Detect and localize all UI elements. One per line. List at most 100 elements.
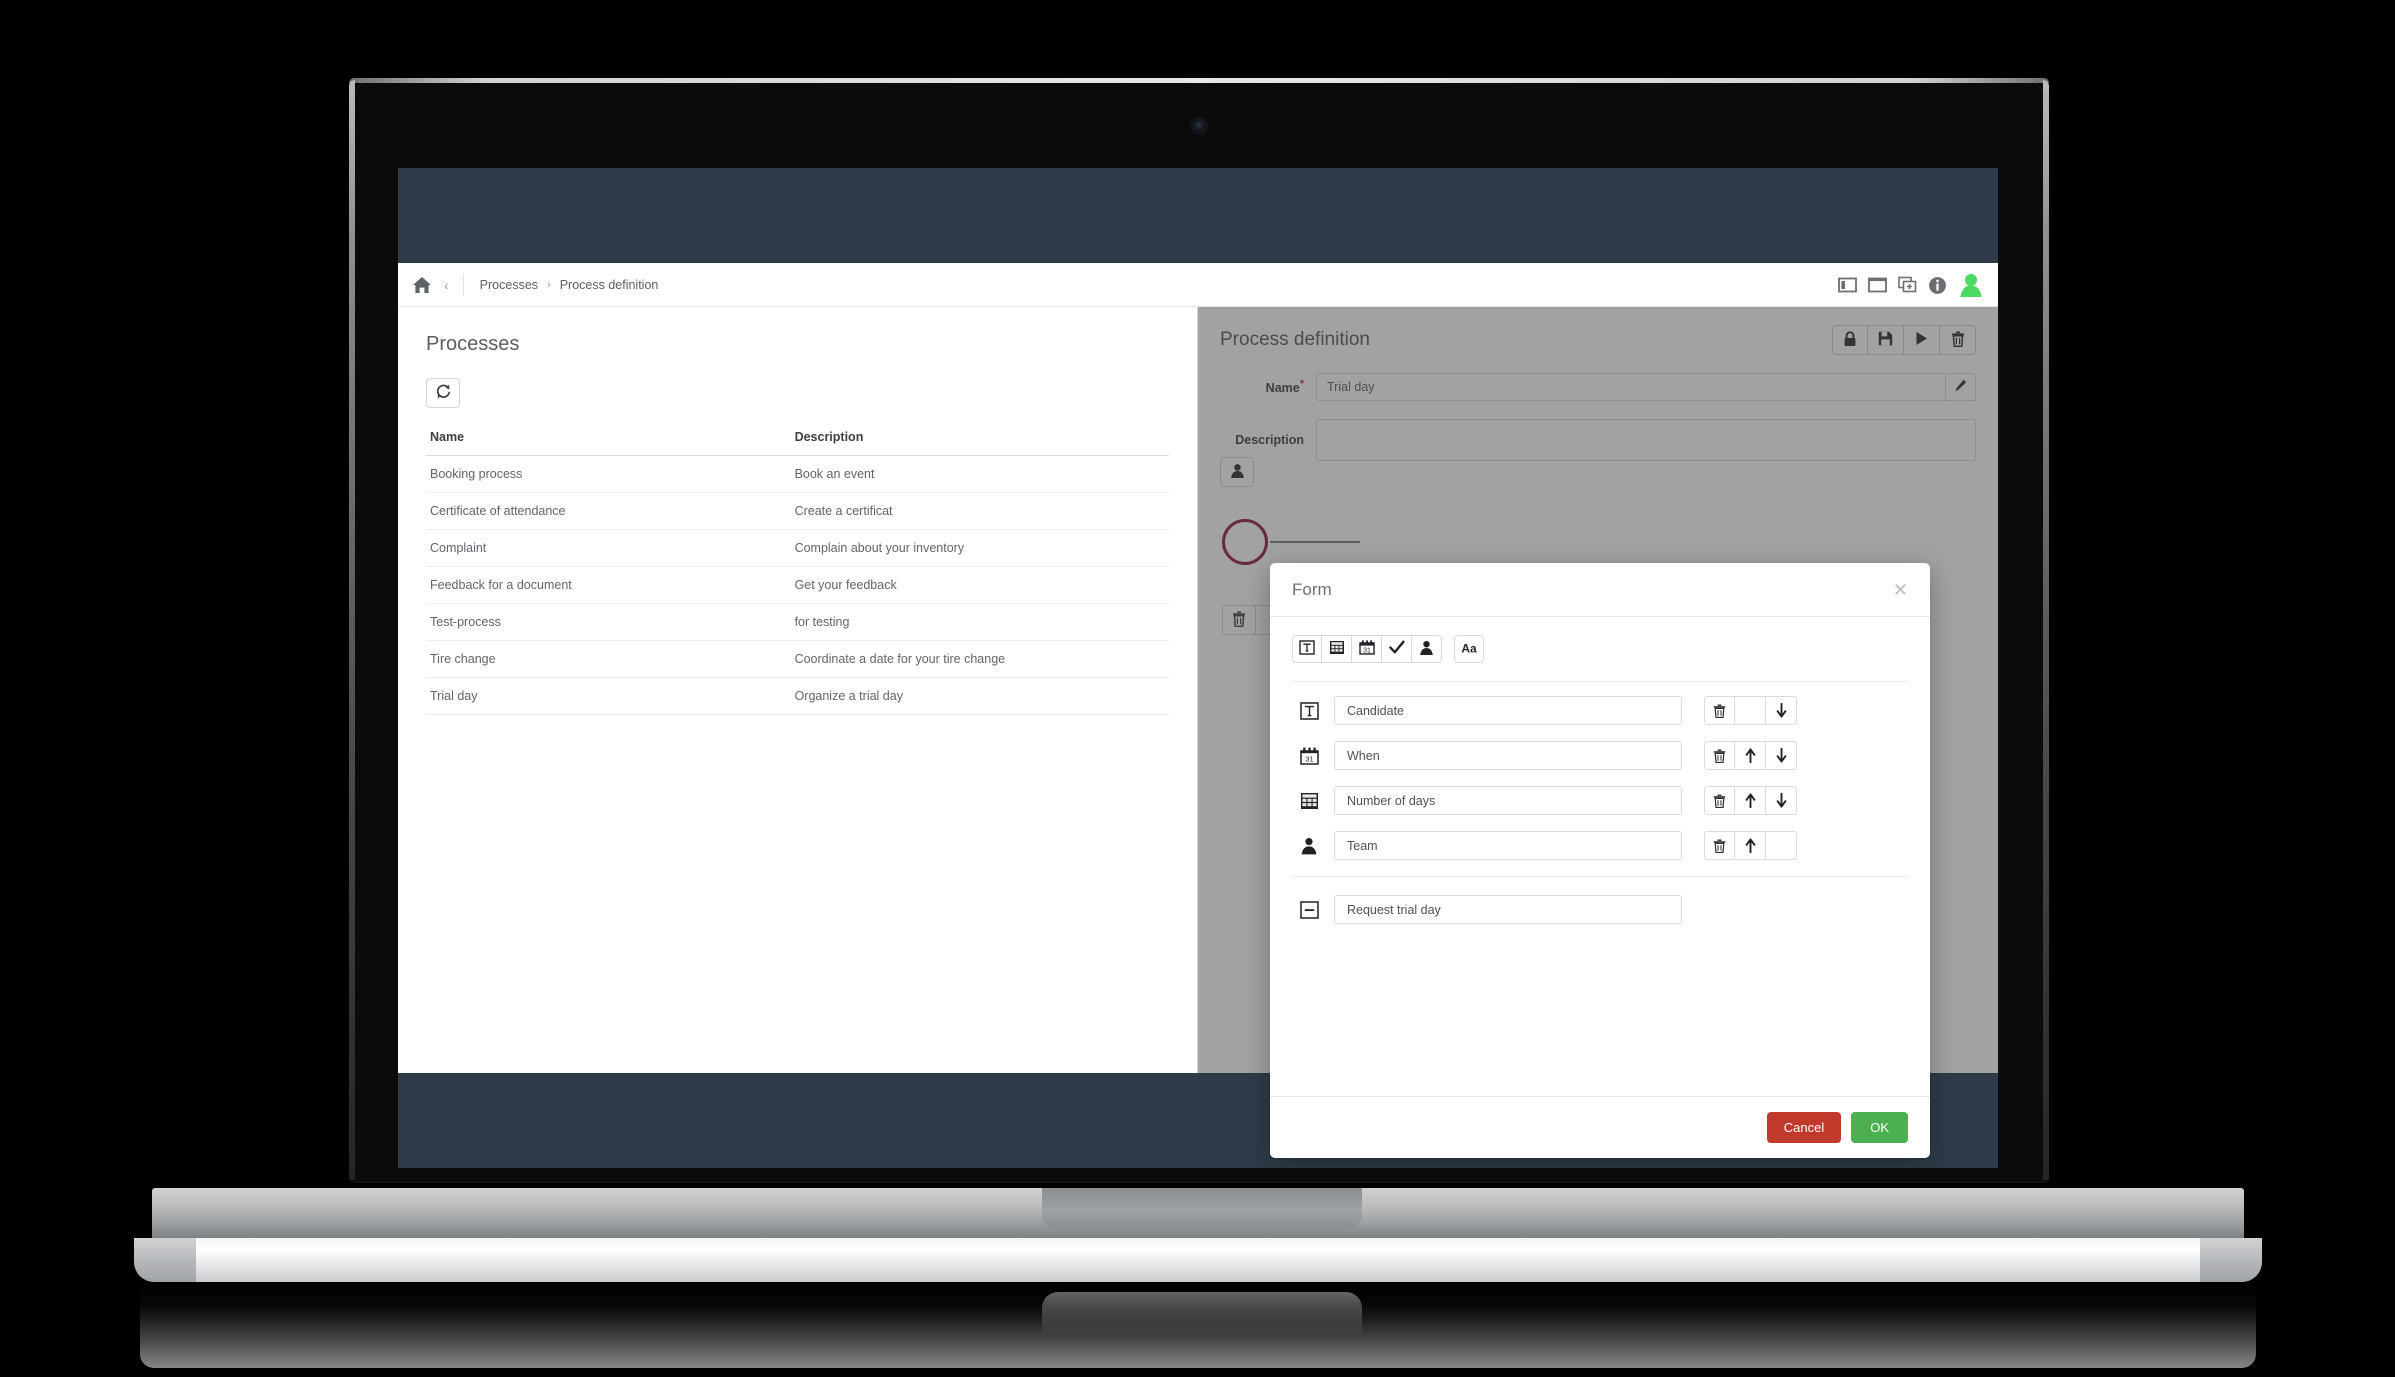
webcam-icon [1192,119,1206,133]
form-dialog: Form ✕ 31 Aa Candidate 31 When Number of… [1270,563,1930,1158]
breadcrumb-item-process-definition[interactable]: Process definition [560,278,659,292]
checkbox-field-icon [1388,640,1405,658]
table-row[interactable]: Complaint Complain about your inventory [426,529,1169,567]
cell-description: Create a certificat [636,492,1169,530]
svg-text:31: 31 [1363,647,1371,654]
refresh-button[interactable] [426,378,460,408]
form-field-label-input[interactable]: Team [1334,831,1682,860]
laptop-lid-right-edge [2043,80,2049,1180]
processes-pane: Processes Name Description Booking proce… [398,307,1198,1073]
label-field-icon: Aa [1458,641,1480,658]
page-title: Processes [426,333,520,355]
move-up-button[interactable] [1735,786,1766,815]
add-label-field-button[interactable]: Aa [1454,635,1484,663]
add-checkbox-field-button[interactable] [1382,635,1412,663]
form-field-palette: 31 Aa [1292,635,1908,682]
cell-description: Book an event [636,455,1169,493]
split-pane-icon[interactable] [1838,276,1857,293]
close-icon[interactable]: ✕ [1893,581,1908,599]
minus-box-icon [1292,900,1326,919]
move-down-button[interactable] [1766,696,1797,725]
form-field-label-input[interactable]: Candidate [1334,696,1682,725]
cancel-button[interactable]: Cancel [1766,1112,1842,1143]
arrow-up-icon [1745,748,1755,763]
arrow-down-icon [1776,748,1786,763]
number-field-icon [1329,640,1345,658]
form-field-label-input[interactable]: Number of days [1334,786,1682,815]
form-dialog-footer: Cancel OK [1270,1096,1930,1158]
breadcrumb: Processes › Process definition [464,278,659,292]
duplicate-pane-icon[interactable] [1898,276,1917,293]
text-field-icon [1299,640,1315,658]
delete-field-button[interactable] [1704,831,1735,860]
table-row[interactable]: Booking process Book an event [426,455,1169,493]
form-submit-label-input[interactable]: Request trial day [1334,895,1682,924]
table-row[interactable]: Trial day Organize a trial day [426,677,1169,715]
arrow-down-icon [1776,703,1786,718]
svg-text:31: 31 [1305,754,1313,763]
add-person-field-button[interactable] [1412,635,1442,663]
cell-description: Organize a trial day [636,677,1169,715]
move-up-button[interactable] [1735,831,1766,860]
delete-field-button[interactable] [1704,741,1735,770]
processes-table: Name Description Booking process Book an… [426,430,1169,715]
add-number-field-button[interactable] [1322,635,1352,663]
delete-field-button[interactable] [1704,696,1735,725]
date-field-icon: 31 [1292,747,1326,765]
refresh-icon [435,383,452,403]
form-field-actions [1704,696,1797,725]
move-down-button[interactable] [1766,786,1797,815]
form-field-list: Candidate 31 When Number of days Team Re… [1292,682,1908,924]
cell-name: Trial day [426,677,637,715]
move-down-button[interactable] [1766,741,1797,770]
cell-description: Complain about your inventory [636,529,1169,567]
add-text-field-button[interactable] [1292,635,1322,663]
form-field-row-when: 31 When [1292,741,1908,770]
laptop-lid-left-edge [349,80,355,1180]
move-up-button[interactable] [1735,741,1766,770]
form-field-actions [1704,741,1797,770]
move-down-button-disabled [1766,831,1797,860]
table-row[interactable]: Test-process for testing [426,603,1169,641]
arrow-down-icon [1776,793,1786,808]
form-dialog-body: 31 Aa Candidate 31 When Number of days T… [1270,617,1930,1096]
add-date-field-button[interactable]: 31 [1352,635,1382,663]
breadcrumb-item-processes[interactable]: Processes [480,278,538,292]
text-field-icon [1292,701,1326,720]
form-field-actions [1704,831,1797,860]
home-icon[interactable] [412,276,432,294]
cell-name: Feedback for a document [426,566,637,604]
info-icon[interactable] [1928,276,1947,294]
back-button[interactable]: ‹ [442,273,464,296]
trash-icon [1713,794,1726,808]
form-dialog-header: Form ✕ [1270,563,1930,617]
form-field-row-number-of-days: Number of days [1292,786,1908,815]
table-row[interactable]: Certificate of attendance Create a certi… [426,492,1169,530]
top-bar: ‹ Processes › Process definition [398,263,1998,307]
form-dialog-title: Form [1292,579,1332,599]
laptop-base-notch [1042,1188,1362,1230]
table-row[interactable]: Feedback for a document Get your feedbac… [426,566,1169,604]
application-window: ‹ Processes › Process definition Process… [398,263,1998,1158]
cell-name: Certificate of attendance [426,492,637,530]
single-pane-icon[interactable] [1868,276,1887,293]
cell-description: Get your feedback [636,566,1169,604]
laptop-screen: ‹ Processes › Process definition Process… [398,168,1998,1168]
form-field-label-input[interactable]: When [1334,741,1682,770]
form-field-row-candidate: Candidate [1292,696,1908,725]
column-header-description: Description [636,430,1169,456]
processes-table-body: Booking process Book an event Certificat… [426,455,1169,715]
form-section-divider [1292,876,1908,877]
delete-field-button[interactable] [1704,786,1735,815]
svg-text:Aa: Aa [1461,641,1477,655]
cell-name: Booking process [426,455,637,493]
arrow-up-icon [1745,793,1755,808]
ok-button[interactable]: OK [1851,1112,1908,1143]
laptop-reflection-notch [1042,1292,1362,1338]
number-field-icon [1292,792,1326,810]
date-field-icon: 31 [1358,640,1375,658]
table-row[interactable]: Tire change Coordinate a date for your t… [426,640,1169,678]
trash-icon [1713,839,1726,853]
person-field-icon [1292,837,1326,855]
user-avatar-icon[interactable] [1958,273,1984,297]
